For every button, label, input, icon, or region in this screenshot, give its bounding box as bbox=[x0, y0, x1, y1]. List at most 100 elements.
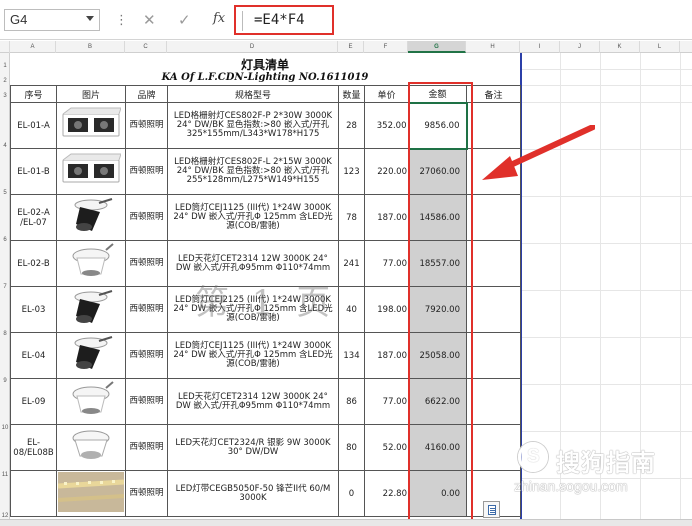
item-image[interactable] bbox=[56, 424, 126, 471]
item-spec[interactable]: LED格栅射灯CES802F-P 2*30W 3000K 24° DW/BK 显… bbox=[167, 102, 339, 149]
item-price[interactable]: 187.00 bbox=[364, 332, 409, 379]
column-header[interactable]: J bbox=[560, 41, 600, 53]
sogou-logo-icon: S bbox=[518, 442, 548, 472]
column-header[interactable]: A bbox=[10, 41, 56, 53]
item-spec[interactable]: LED天花灯CET2314 12W 3000K 24° DW 嵌入式/开孔Φ95… bbox=[167, 378, 339, 425]
item-brand[interactable]: 西顿照明 bbox=[125, 286, 168, 333]
item-brand[interactable]: 西顿照明 bbox=[125, 378, 168, 425]
column-header-selected[interactable]: G bbox=[408, 41, 466, 53]
item-code[interactable] bbox=[10, 470, 57, 517]
row-header[interactable]: 2 bbox=[0, 78, 10, 84]
item-code[interactable]: EL-08/EL08B bbox=[10, 424, 57, 471]
header-brand[interactable]: 品牌 bbox=[125, 85, 168, 103]
item-image[interactable] bbox=[56, 470, 126, 517]
item-code[interactable]: EL-01-A bbox=[10, 102, 57, 149]
item-remark[interactable] bbox=[466, 286, 521, 333]
item-brand[interactable]: 西顿照明 bbox=[125, 332, 168, 379]
column-header[interactable]: C bbox=[125, 41, 167, 53]
item-code[interactable]: EL-02-B bbox=[10, 240, 57, 287]
item-qty[interactable]: 123 bbox=[338, 148, 365, 195]
item-qty[interactable]: 28 bbox=[338, 102, 365, 149]
item-qty[interactable]: 241 bbox=[338, 240, 365, 287]
select-all-corner[interactable] bbox=[0, 41, 10, 53]
item-qty[interactable]: 86 bbox=[338, 378, 365, 425]
item-code[interactable]: EL-03 bbox=[10, 286, 57, 333]
item-code[interactable]: EL-02-A /EL-07 bbox=[10, 194, 57, 241]
item-image[interactable] bbox=[56, 332, 126, 379]
item-spec[interactable]: LED格栅射灯CES802F-L 2*15W 3000K 24° DW/BK 显… bbox=[167, 148, 339, 195]
row-header[interactable]: 8 bbox=[0, 331, 10, 337]
sheet-tab-bar[interactable] bbox=[0, 519, 692, 526]
column-header[interactable]: K bbox=[600, 41, 640, 53]
item-image[interactable] bbox=[56, 194, 126, 241]
item-brand[interactable]: 西顿照明 bbox=[125, 424, 168, 471]
item-brand[interactable]: 西顿照明 bbox=[125, 148, 168, 195]
item-image[interactable] bbox=[56, 148, 126, 195]
row-header[interactable]: 6 bbox=[0, 237, 10, 243]
header-seq[interactable]: 序号 bbox=[10, 85, 57, 103]
header-price[interactable]: 单价 bbox=[364, 85, 409, 103]
column-header[interactable]: H bbox=[466, 41, 520, 53]
confirm-icon[interactable]: ✓ bbox=[178, 11, 191, 29]
name-box[interactable]: G4 bbox=[4, 9, 100, 31]
item-brand[interactable]: 西顿照明 bbox=[125, 102, 168, 149]
item-code[interactable]: EL-04 bbox=[10, 332, 57, 379]
item-code[interactable]: EL-09 bbox=[10, 378, 57, 425]
header-qty[interactable]: 数量 bbox=[338, 85, 365, 103]
item-spec[interactable]: LED天花灯CET2324/R 银影 9W 3000K 30° DW/DW bbox=[167, 424, 339, 471]
paste-options-icon[interactable] bbox=[483, 501, 500, 518]
item-image[interactable] bbox=[56, 102, 126, 149]
item-remark[interactable] bbox=[466, 424, 521, 471]
item-price[interactable]: 187.00 bbox=[364, 194, 409, 241]
header-image[interactable]: 图片 bbox=[56, 85, 126, 103]
item-spec[interactable]: LED筒灯CEJ1125 (III代) 1*24W 3000K 24° DW 嵌… bbox=[167, 332, 339, 379]
item-price[interactable]: 220.00 bbox=[364, 148, 409, 195]
more-options-icon[interactable]: ⋮ bbox=[115, 13, 128, 28]
item-price[interactable]: 198.00 bbox=[364, 286, 409, 333]
column-header[interactable]: I bbox=[520, 41, 560, 53]
row-header[interactable]: 10 bbox=[0, 425, 10, 431]
chevron-down-icon[interactable] bbox=[86, 16, 94, 21]
item-price[interactable]: 77.00 bbox=[364, 378, 409, 425]
item-code[interactable]: EL-01-B bbox=[10, 148, 57, 195]
sheet-title[interactable]: 灯具清单 bbox=[10, 56, 520, 73]
item-remark[interactable] bbox=[466, 194, 521, 241]
formula-input[interactable]: =E4*F4 bbox=[234, 5, 334, 35]
row-header[interactable]: 11 bbox=[0, 472, 10, 478]
column-header[interactable]: B bbox=[56, 41, 125, 53]
item-brand[interactable]: 西顿照明 bbox=[125, 194, 168, 241]
insert-function-icon[interactable]: fx bbox=[213, 11, 225, 26]
item-remark[interactable] bbox=[466, 332, 521, 379]
column-header[interactable]: L bbox=[640, 41, 680, 53]
item-qty[interactable]: 134 bbox=[338, 332, 365, 379]
row-header[interactable]: 7 bbox=[0, 284, 10, 290]
item-image[interactable] bbox=[56, 286, 126, 333]
item-brand[interactable]: 西顿照明 bbox=[125, 470, 168, 517]
item-brand[interactable]: 西顿照明 bbox=[125, 240, 168, 287]
item-spec[interactable]: LED灯带CEGB5050F-50 锋芒II代 60/M 3000K bbox=[167, 470, 339, 517]
item-image[interactable] bbox=[56, 240, 126, 287]
item-remark[interactable] bbox=[466, 240, 521, 287]
item-spec[interactable]: LED筒灯CEJ1125 (III代) 1*24W 3000K 24° DW 嵌… bbox=[167, 194, 339, 241]
column-header[interactable]: D bbox=[167, 41, 338, 53]
item-qty[interactable]: 80 bbox=[338, 424, 365, 471]
column-header[interactable]: F bbox=[364, 41, 408, 53]
column-header[interactable]: E bbox=[338, 41, 364, 53]
item-qty[interactable]: 40 bbox=[338, 286, 365, 333]
item-price[interactable]: 352.00 bbox=[364, 102, 409, 149]
item-price[interactable]: 22.80 bbox=[364, 470, 409, 517]
header-spec[interactable]: 规格型号 bbox=[167, 85, 339, 103]
row-header[interactable]: 5 bbox=[0, 190, 10, 196]
item-image[interactable] bbox=[56, 378, 126, 425]
cancel-icon[interactable]: ✕ bbox=[143, 11, 156, 29]
item-price[interactable]: 77.00 bbox=[364, 240, 409, 287]
item-qty[interactable]: 0 bbox=[338, 470, 365, 517]
item-price[interactable]: 52.00 bbox=[364, 424, 409, 471]
row-header[interactable]: 1 bbox=[0, 63, 10, 69]
row-header[interactable]: 3 bbox=[0, 93, 10, 99]
item-qty[interactable]: 78 bbox=[338, 194, 365, 241]
row-header[interactable]: 9 bbox=[0, 378, 10, 384]
header-remark[interactable]: 备注 bbox=[466, 85, 521, 103]
item-remark[interactable] bbox=[466, 378, 521, 425]
row-header[interactable]: 4 bbox=[0, 143, 10, 149]
